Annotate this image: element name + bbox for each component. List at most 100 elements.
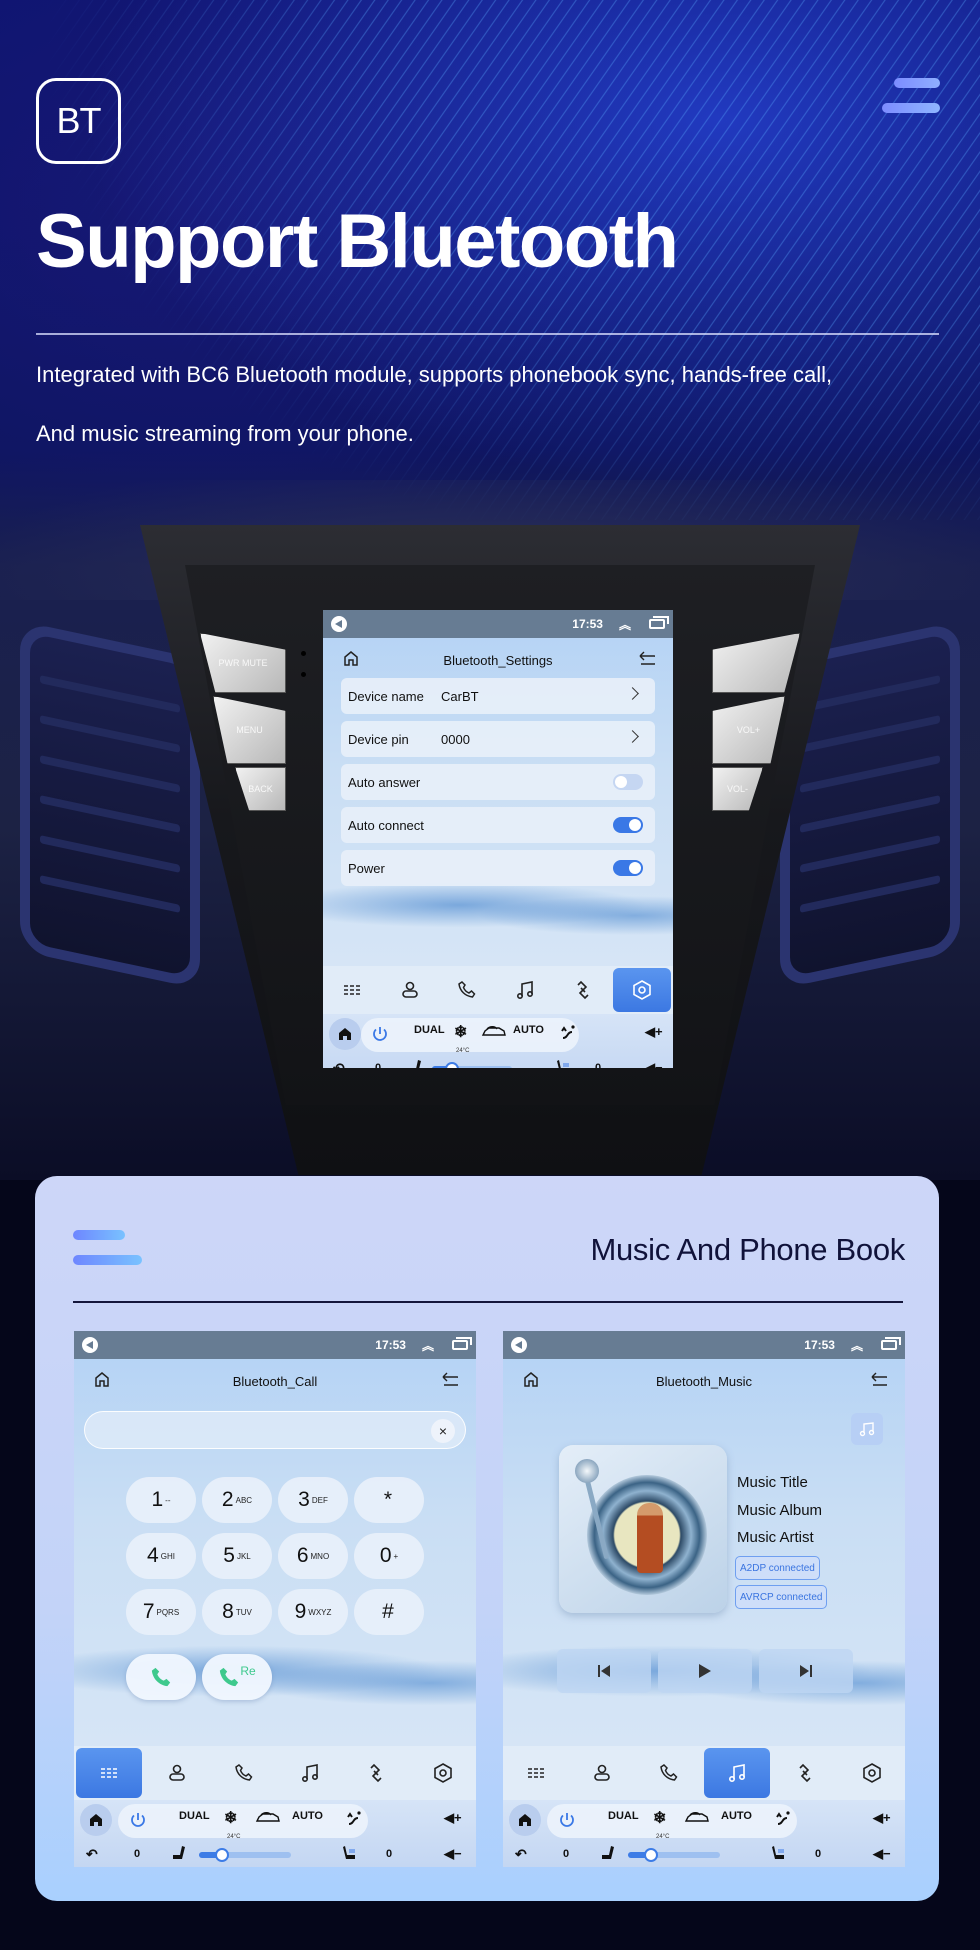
auto-button[interactable]: AUTO: [721, 1810, 752, 1822]
tab-contacts[interactable]: [381, 966, 439, 1014]
dial-key[interactable]: 3 DEF: [278, 1477, 348, 1523]
left-seat-heat-button[interactable]: [171, 1844, 187, 1862]
dial-key[interactable]: 0 +: [354, 1533, 424, 1579]
volume-down-button[interactable]: ◀−: [645, 1060, 663, 1068]
volume-up-button[interactable]: ◀+: [444, 1810, 462, 1826]
dial-key[interactable]: *: [354, 1477, 424, 1523]
fan-speed-slider[interactable]: [628, 1848, 720, 1862]
tab-dialpad[interactable]: [323, 966, 381, 1014]
dial-key[interactable]: #: [354, 1589, 424, 1635]
chevron-up-double-icon[interactable]: ︽: [851, 1337, 863, 1354]
ac-power-button[interactable]: [555, 1808, 579, 1832]
music-list-button[interactable]: [851, 1413, 883, 1445]
recent-apps-icon[interactable]: [649, 616, 669, 629]
hamburger-icon[interactable]: [882, 78, 942, 118]
home-button[interactable]: [329, 1018, 361, 1050]
volume-up-button[interactable]: ◀+: [873, 1810, 891, 1826]
dual-button[interactable]: DUAL: [179, 1810, 210, 1822]
tab-music[interactable]: [703, 1748, 771, 1798]
redial-button[interactable]: Re: [202, 1654, 272, 1700]
tab-link[interactable]: [343, 1746, 409, 1800]
fan-icon[interactable]: [644, 1848, 658, 1862]
recirculation-button[interactable]: [683, 1809, 711, 1827]
fan-icon[interactable]: [445, 1062, 459, 1068]
left-seat-heat-button[interactable]: [407, 1058, 423, 1068]
dial-key[interactable]: 2 ABC: [202, 1477, 272, 1523]
tab-contacts[interactable]: [569, 1746, 635, 1800]
tab-music[interactable]: [496, 966, 554, 1014]
dual-button[interactable]: DUAL: [414, 1024, 445, 1036]
auto-answer-toggle[interactable]: [613, 774, 643, 790]
recent-apps-icon[interactable]: [452, 1337, 472, 1350]
next-track-button[interactable]: [759, 1649, 853, 1693]
tab-contacts[interactable]: [144, 1746, 210, 1800]
dial-key[interactable]: 4 GHI: [126, 1533, 196, 1579]
home-button[interactable]: [80, 1804, 112, 1836]
previous-track-button[interactable]: [557, 1649, 651, 1693]
auto-button[interactable]: AUTO: [292, 1810, 323, 1822]
snowflake-icon[interactable]: ❄: [454, 1022, 467, 1042]
tab-dialpad[interactable]: [76, 1748, 143, 1798]
home-icon[interactable]: [94, 1371, 110, 1387]
dial-key[interactable]: 8 TUV: [202, 1589, 272, 1635]
recent-apps-icon[interactable]: [881, 1337, 901, 1350]
home-icon[interactable]: [523, 1371, 539, 1387]
dial-key[interactable]: 7 PQRS: [126, 1589, 196, 1635]
clear-icon[interactable]: ×: [431, 1419, 455, 1443]
back-button[interactable]: ↶: [86, 1846, 98, 1863]
fan-speed-slider[interactable]: [432, 1062, 512, 1068]
snowflake-icon[interactable]: ❄: [653, 1808, 666, 1828]
play-button[interactable]: [658, 1649, 752, 1693]
volume-down-button[interactable]: ◀−: [444, 1846, 462, 1862]
back-arrow-icon[interactable]: [869, 1371, 887, 1387]
back-button[interactable]: ↶: [333, 1060, 345, 1068]
right-seat-heat-button[interactable]: [342, 1844, 358, 1862]
airflow-button[interactable]: [771, 1806, 795, 1830]
setting-row-device-name[interactable]: Device name CarBT: [341, 678, 655, 714]
recirculation-button[interactable]: [254, 1809, 282, 1827]
back-arrow-icon[interactable]: [440, 1371, 458, 1387]
tab-call-log[interactable]: [438, 966, 496, 1014]
call-button[interactable]: [126, 1654, 196, 1700]
fan-icon[interactable]: [215, 1848, 229, 1862]
dual-button[interactable]: DUAL: [608, 1810, 639, 1822]
ac-power-button[interactable]: [368, 1022, 392, 1046]
back-button[interactable]: ↶: [515, 1846, 527, 1863]
back-arrow-icon[interactable]: [637, 650, 655, 666]
volume-down-button[interactable]: ◀−: [873, 1846, 891, 1862]
home-icon[interactable]: [343, 650, 359, 666]
airflow-button[interactable]: [556, 1020, 580, 1044]
recirculation-button[interactable]: [480, 1023, 508, 1041]
volume-icon[interactable]: [82, 1337, 98, 1353]
dial-key[interactable]: 1 --: [126, 1477, 196, 1523]
tab-settings[interactable]: [613, 968, 672, 1012]
snowflake-icon[interactable]: ❄: [224, 1808, 237, 1828]
setting-row-device-pin[interactable]: Device pin 0000: [341, 721, 655, 757]
dial-number-input[interactable]: ×: [84, 1411, 466, 1449]
left-seat-heat-button[interactable]: [600, 1844, 616, 1862]
home-button[interactable]: [509, 1804, 541, 1836]
dial-key[interactable]: 6 MNO: [278, 1533, 348, 1579]
auto-connect-toggle[interactable]: [613, 817, 643, 833]
dial-key[interactable]: 9 WXYZ: [278, 1589, 348, 1635]
chevron-up-double-icon[interactable]: ︽: [422, 1337, 434, 1354]
tab-link[interactable]: [772, 1746, 838, 1800]
chevron-up-double-icon[interactable]: ︽: [619, 616, 631, 633]
volume-up-button[interactable]: ◀+: [645, 1024, 663, 1040]
tab-music[interactable]: [277, 1746, 343, 1800]
power-toggle[interactable]: [613, 860, 643, 876]
dial-key[interactable]: 5 JKL: [202, 1533, 272, 1579]
tab-settings[interactable]: [410, 1746, 476, 1800]
tab-link[interactable]: [554, 966, 612, 1014]
tab-dialpad[interactable]: [503, 1746, 569, 1800]
volume-icon[interactable]: [511, 1337, 527, 1353]
ac-power-button[interactable]: [126, 1808, 150, 1832]
right-seat-heat-button[interactable]: [556, 1058, 572, 1068]
tab-call-log[interactable]: [211, 1746, 277, 1800]
airflow-button[interactable]: [342, 1806, 366, 1830]
right-seat-heat-button[interactable]: [771, 1844, 787, 1862]
volume-icon[interactable]: [331, 616, 347, 632]
tab-call-log[interactable]: [636, 1746, 702, 1800]
fan-speed-slider[interactable]: [199, 1848, 291, 1862]
auto-button[interactable]: AUTO: [513, 1024, 544, 1036]
